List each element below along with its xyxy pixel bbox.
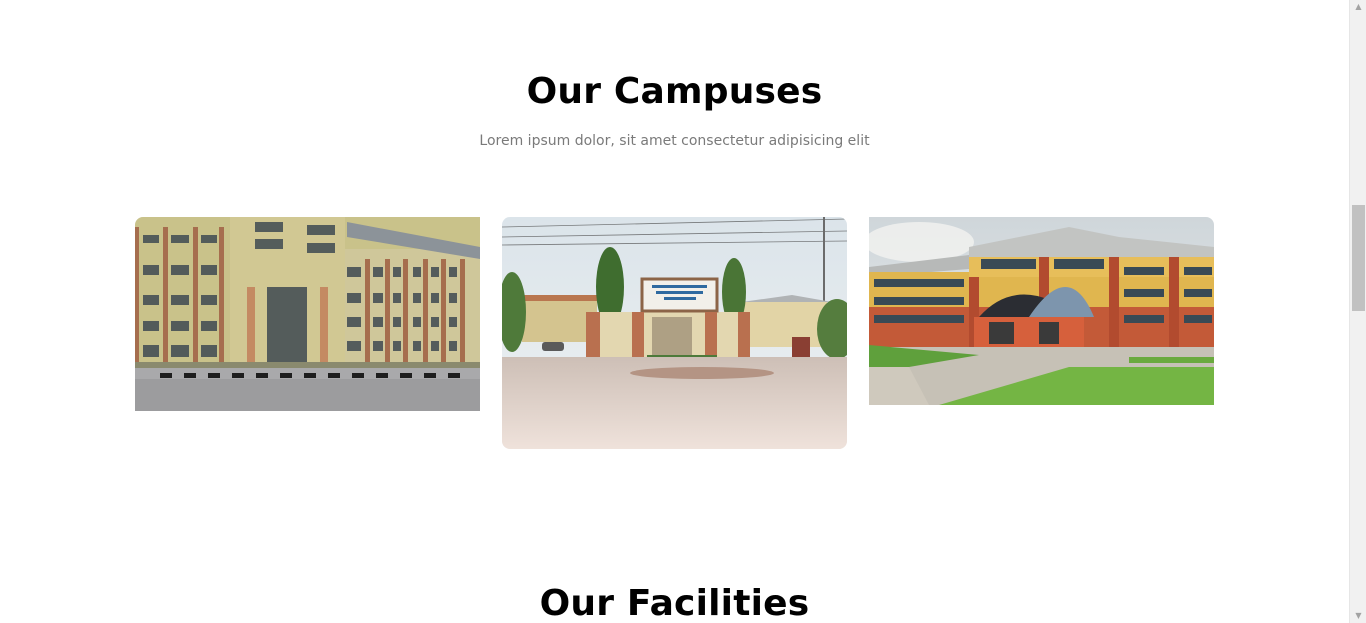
- campuses-heading: Our Campuses: [526, 71, 823, 112]
- faculty-photo-icon: [869, 217, 1214, 405]
- scroll-down-icon[interactable]: ▼: [1350, 609, 1366, 623]
- campuses-subtitle: Lorem ipsum dolor, sit amet consectetur …: [479, 133, 870, 149]
- page-viewport: Our Campuses Lorem ipsum dolor, sit amet…: [0, 0, 1349, 623]
- campus-image-faculty[interactable]: [869, 217, 1214, 405]
- building-photo-icon: [135, 217, 480, 411]
- scrollbar-thumb[interactable]: [1352, 205, 1365, 311]
- scroll-up-icon[interactable]: ▲: [1350, 0, 1366, 14]
- vertical-scrollbar[interactable]: ▲ ▼: [1349, 0, 1366, 623]
- gate-photo-icon: [502, 217, 847, 449]
- campus-image-building[interactable]: [135, 217, 480, 411]
- campus-image-gate[interactable]: [502, 217, 847, 449]
- facilities-heading: Our Facilities: [539, 583, 810, 623]
